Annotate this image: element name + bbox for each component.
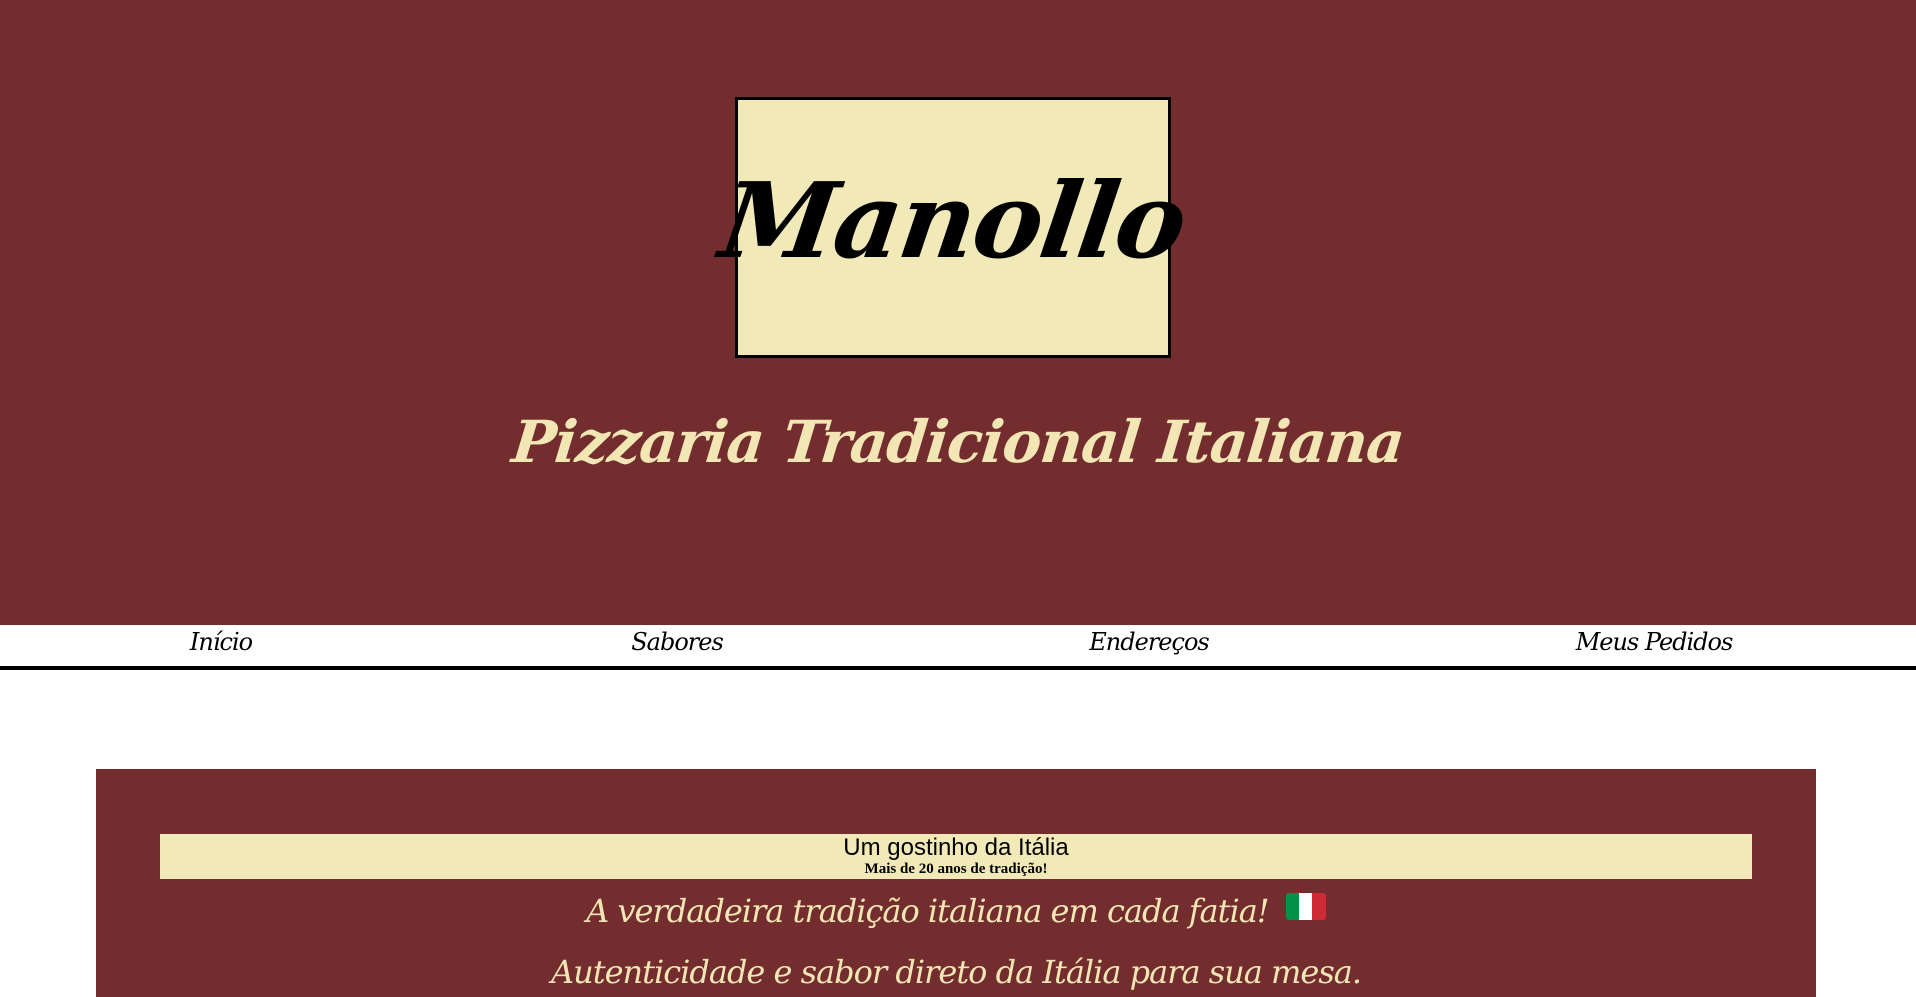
italy-flag-icon bbox=[1285, 893, 1326, 920]
hero-header: Manollo Pizzaria Tradicional Italiana bbox=[0, 0, 1916, 625]
nav-item-meus-pedidos[interactable]: Meus Pedidos bbox=[1576, 628, 1734, 656]
intro-title: Um gostinho da Itália bbox=[843, 834, 1069, 861]
intro-subtitle: Mais de 20 anos de tradição! bbox=[864, 861, 1048, 877]
intro-panel: Um gostinho da Itália Mais de 20 anos de… bbox=[96, 769, 1816, 997]
logo-box: Manollo bbox=[713, 97, 1193, 358]
nav-item-enderecos[interactable]: Endereços bbox=[1089, 628, 1209, 656]
slogan-line-1-text: A verdadeira tradição italiana em cada f… bbox=[586, 892, 1269, 930]
brand-tagline: Pizzaria Tradicional Italiana bbox=[508, 408, 1408, 476]
intro-banner: Um gostinho da Itália Mais de 20 anos de… bbox=[160, 834, 1752, 879]
slogan-line-1: A verdadeira tradição italiana em cada f… bbox=[96, 892, 1816, 930]
brand-logo-text: Manollo bbox=[713, 158, 1193, 282]
slogan-line-2: Autenticidade e sabor direto da Itália p… bbox=[551, 953, 1362, 991]
nav-item-inicio[interactable]: Início bbox=[190, 628, 253, 656]
nav-item-sabores[interactable]: Sabores bbox=[631, 628, 724, 656]
main-nav: Início Sabores Endereços Meus Pedidos bbox=[0, 625, 1916, 670]
